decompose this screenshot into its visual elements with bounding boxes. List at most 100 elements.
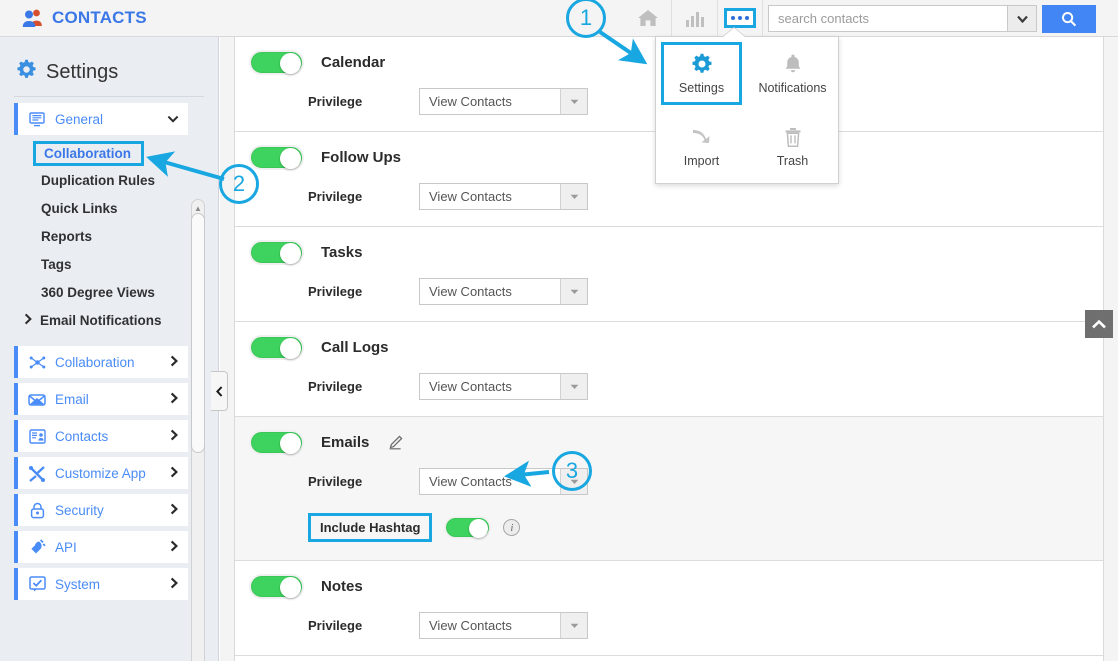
- sidebar-subitem-label: Tags: [41, 256, 72, 272]
- sidebar-item-label: Security: [55, 502, 104, 518]
- sidebar-item-general[interactable]: General: [14, 103, 188, 135]
- pencil-icon[interactable]: [388, 435, 403, 450]
- caret-down-icon[interactable]: [560, 89, 587, 114]
- toggle-knob: [280, 53, 301, 74]
- toggle-knob: [280, 433, 301, 454]
- sidebar-item-quick-links[interactable]: Quick Links: [0, 194, 218, 222]
- brand: CONTACTS: [22, 8, 147, 28]
- sidebar-item-duplication-rules[interactable]: Duplication Rules: [0, 166, 218, 194]
- envelope-icon: [28, 392, 46, 406]
- gear-icon: [16, 59, 37, 86]
- section-row: Notes Privilege View Contacts: [235, 561, 1103, 656]
- section-title: Emails: [321, 434, 370, 451]
- dropdown-item-notifications[interactable]: Notifications: [747, 37, 838, 110]
- sidebar-item-reports[interactable]: Reports: [0, 222, 218, 250]
- sidebar-title-label: Settings: [46, 61, 119, 83]
- privilege-label: Privilege: [308, 284, 363, 299]
- sidebar-item-collaboration[interactable]: Collaboration: [14, 346, 188, 378]
- sidebar-scrollbar-thumb[interactable]: [191, 213, 205, 453]
- caret-down-icon[interactable]: [560, 279, 587, 304]
- chevron-down-icon: [167, 112, 179, 126]
- dot: [731, 16, 735, 20]
- sidebar-item-collaboration-general[interactable]: Collaboration: [33, 141, 144, 166]
- scroll-up-arrow-icon[interactable]: ▲: [193, 203, 203, 213]
- chevron-right-icon: [170, 466, 179, 481]
- sidebar-item-label: General: [55, 111, 104, 127]
- sidebar-item-email[interactable]: Email: [14, 383, 188, 415]
- privilege-row: Privilege View Contacts: [308, 183, 1103, 210]
- annotation-marker-3: 3: [552, 451, 592, 491]
- toggle-knob: [280, 243, 301, 264]
- sidebar-subitem-label: Duplication Rules: [41, 172, 156, 188]
- privilege-value: View Contacts: [429, 474, 512, 489]
- follow-ups-toggle[interactable]: [249, 145, 304, 170]
- gear-icon: [691, 52, 713, 76]
- privilege-select[interactable]: View Contacts: [419, 278, 588, 305]
- notes-toggle[interactable]: [249, 574, 304, 599]
- call-logs-toggle[interactable]: [249, 335, 304, 360]
- section-title: Tasks: [321, 244, 363, 261]
- chevron-right-icon: [24, 313, 33, 328]
- chevron-down-icon[interactable]: [1008, 5, 1037, 32]
- privilege-row: Privilege View Contacts: [308, 373, 1103, 400]
- caret-down-icon[interactable]: [560, 374, 587, 399]
- dropdown-item-trash[interactable]: Trash: [747, 110, 838, 183]
- sidebar-item-label: Contacts: [55, 428, 109, 444]
- dropdown-item-settings[interactable]: Settings: [656, 37, 747, 110]
- sidebar-item-label: Email: [55, 391, 89, 407]
- chevron-right-icon: [170, 392, 179, 407]
- emails-toggle[interactable]: [249, 430, 304, 455]
- privilege-label: Privilege: [308, 379, 363, 394]
- search-input[interactable]: search contacts: [768, 5, 1008, 32]
- privilege-select[interactable]: View Contacts: [419, 373, 588, 400]
- privilege-row: Privilege View Contacts: [308, 468, 1103, 495]
- dropdown-item-import[interactable]: Import: [656, 110, 747, 183]
- contact-card-icon: [28, 428, 46, 444]
- home-icon[interactable]: [625, 0, 671, 36]
- sidebar-item-label: Customize App: [55, 465, 146, 481]
- scroll-to-top-button[interactable]: [1085, 310, 1113, 338]
- chevron-right-icon: [170, 577, 179, 592]
- privilege-select[interactable]: View Contacts: [419, 612, 588, 639]
- include-hashtag-toggle[interactable]: [444, 516, 492, 539]
- trash-icon: [784, 125, 802, 149]
- privilege-value: View Contacts: [429, 189, 512, 204]
- dot: [738, 16, 742, 20]
- more-dots-button[interactable]: [724, 8, 756, 28]
- sidebar-collapse-handle[interactable]: [211, 371, 228, 411]
- sidebar-item-email-notifications[interactable]: Email Notifications: [0, 306, 218, 334]
- info-icon[interactable]: i: [503, 519, 521, 536]
- tasks-toggle[interactable]: [249, 240, 304, 265]
- sidebar-item-api[interactable]: API: [14, 531, 188, 563]
- lock-icon: [28, 502, 46, 519]
- import-arrow-icon: [690, 125, 714, 149]
- sidebar-item-system[interactable]: System: [14, 568, 188, 600]
- sidebar-item-360-degree-views[interactable]: 360 Degree Views: [0, 278, 218, 306]
- sidebar-item-label: System: [55, 576, 101, 592]
- checkbox-window-icon: [28, 576, 46, 592]
- calendar-toggle[interactable]: [249, 50, 304, 75]
- caret-down-icon[interactable]: [560, 613, 587, 638]
- reports-chart-icon[interactable]: [671, 0, 717, 36]
- dropdown-item-label: Import: [683, 154, 720, 168]
- sidebar-item-customize-app[interactable]: Customize App: [14, 457, 188, 489]
- toggle-knob: [469, 519, 489, 538]
- sidebar-item-security[interactable]: Security: [14, 494, 188, 526]
- divider: [14, 96, 204, 97]
- privilege-label: Privilege: [308, 474, 363, 489]
- section-title: Calendar: [321, 54, 386, 71]
- dropdown-item-label: Trash: [776, 154, 809, 168]
- sidebar-title: Settings: [16, 59, 218, 86]
- sidebar-item-contacts[interactable]: Contacts: [14, 420, 188, 452]
- toggle-knob: [280, 577, 301, 598]
- caret-down-icon[interactable]: [560, 184, 587, 209]
- privilege-value: View Contacts: [429, 94, 512, 109]
- privilege-row: Privilege View Contacts: [308, 278, 1103, 305]
- privilege-select[interactable]: View Contacts: [419, 183, 588, 210]
- privilege-select[interactable]: View Contacts: [419, 88, 588, 115]
- search-button[interactable]: [1042, 5, 1096, 33]
- sidebar-item-tags[interactable]: Tags: [0, 250, 218, 278]
- monitor-icon: [28, 111, 46, 127]
- section-title: Call Logs: [321, 339, 389, 356]
- include-hashtag-row: Include Hashtag i: [308, 513, 1103, 542]
